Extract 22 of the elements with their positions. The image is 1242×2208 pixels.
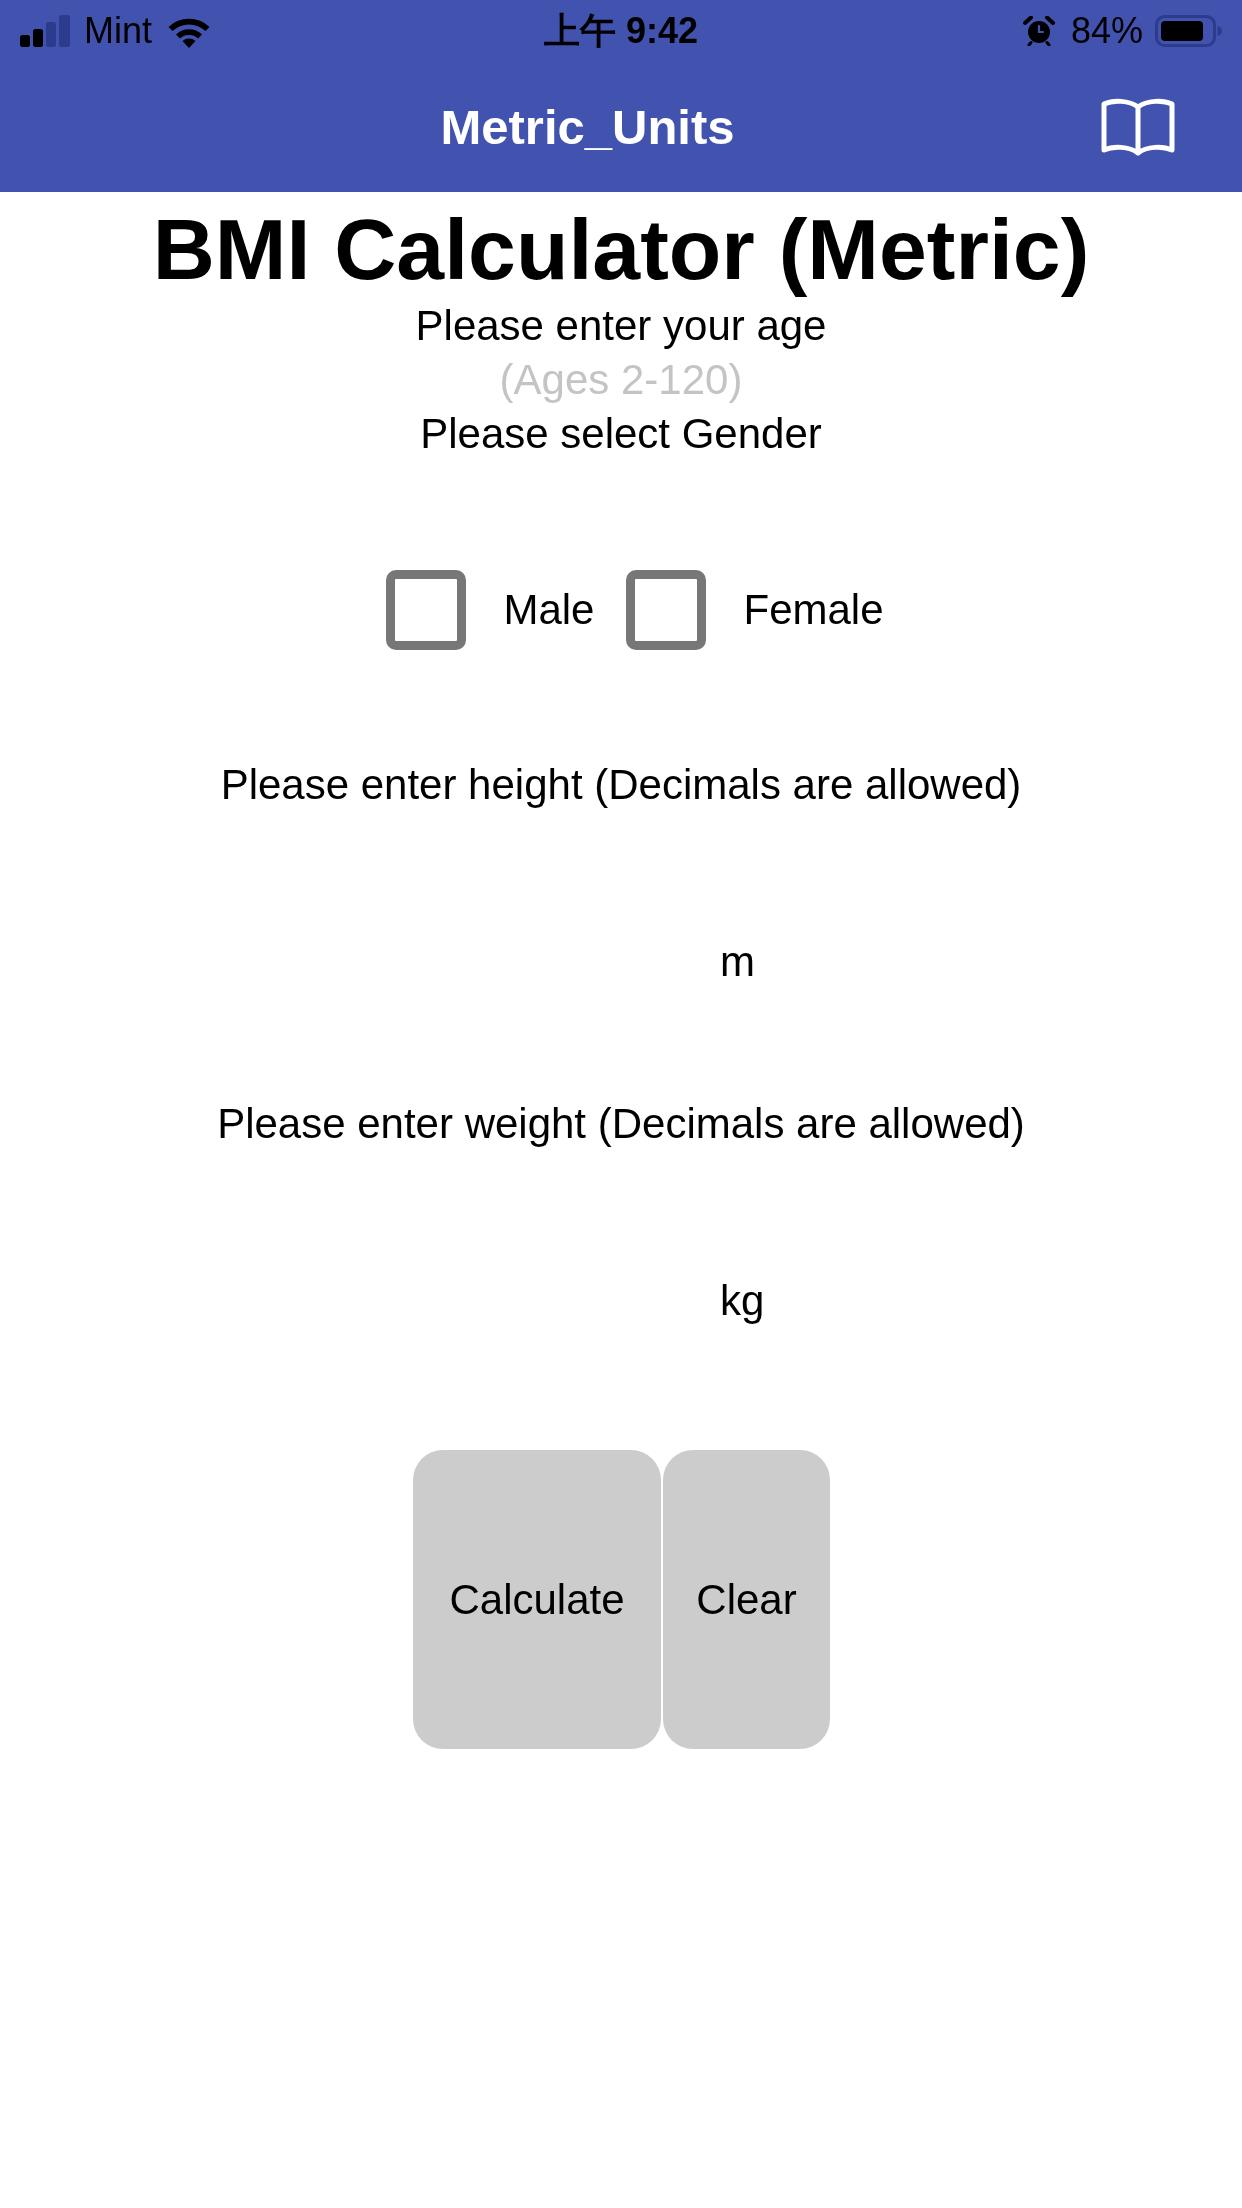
calculate-button[interactable]: Calculate [413,1450,661,1749]
checkbox[interactable] [626,570,707,650]
nav-title: Metric_Units [440,99,735,156]
unit-label: m [720,937,755,987]
page-heading: BMI Calculator (Metric) [152,200,1090,299]
clear-button[interactable]: Clear [663,1450,830,1749]
age-prompt: Please enter your age [415,301,827,351]
signal-icon [20,15,70,47]
unit-label: kg [720,1276,765,1326]
weight-prompt: Please enter weight (Decimals are allowed) [217,1099,1025,1149]
battery-percentage: 84% [1070,11,1143,51]
status-time: 上午 9:42 [543,11,699,51]
gender-option-label: Male [503,585,595,635]
carrier-name: Mint [84,11,152,51]
battery-icon [1155,15,1222,47]
age-field[interactable]: (Ages 2-120) [486,353,756,407]
alarm-clock-icon [1022,16,1055,46]
gender-prompt: Please select Gender [420,409,822,459]
height-prompt: Please enter height (Decimals are allowed) [220,760,1022,810]
book-icon[interactable] [1101,98,1175,156]
gender-option-label: Female [743,585,884,635]
checkbox[interactable] [386,570,467,650]
